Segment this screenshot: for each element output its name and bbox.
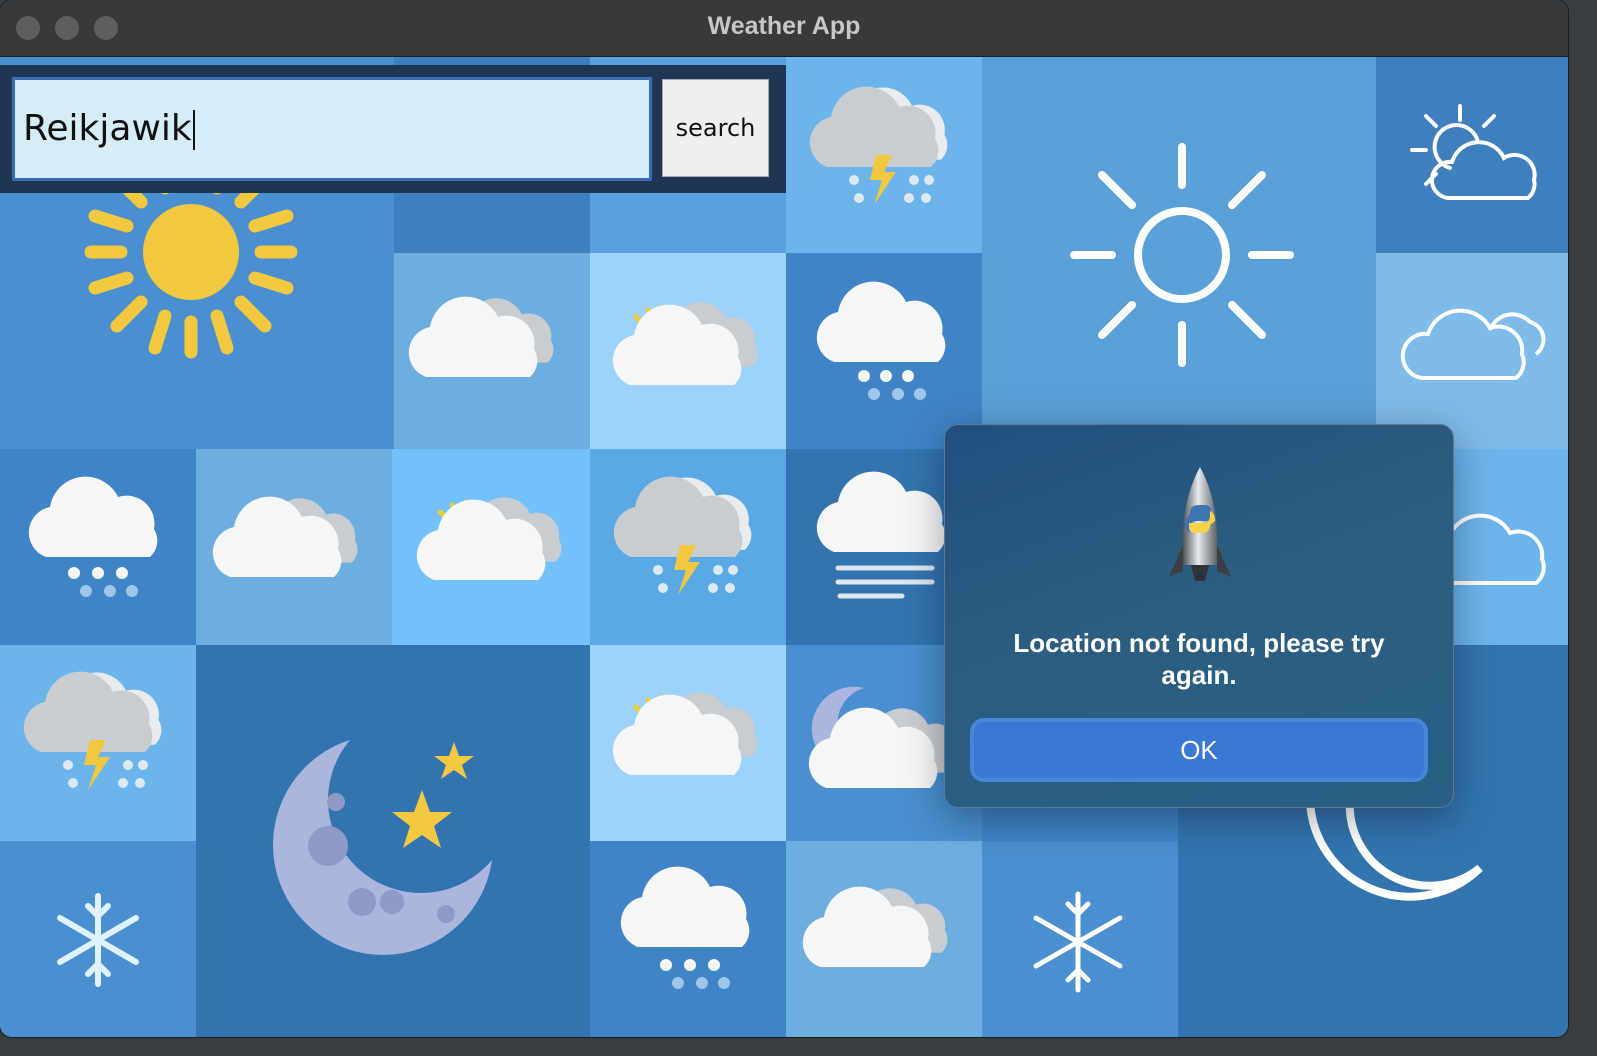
title-bar: Weather App bbox=[0, 0, 1568, 57]
dialog-message: Location not found, please try again. bbox=[1013, 628, 1385, 690]
ok-button[interactable]: OK bbox=[970, 718, 1428, 782]
search-bar: Reikjawik search bbox=[0, 65, 786, 193]
python-rocket-icon bbox=[1169, 467, 1231, 581]
search-input-value: Reikjawik bbox=[23, 108, 192, 149]
search-button[interactable]: search bbox=[662, 79, 769, 177]
window-title: Weather App bbox=[707, 12, 861, 40]
location-search-input[interactable]: Reikjawik bbox=[12, 77, 652, 181]
text-caret bbox=[192, 110, 195, 150]
